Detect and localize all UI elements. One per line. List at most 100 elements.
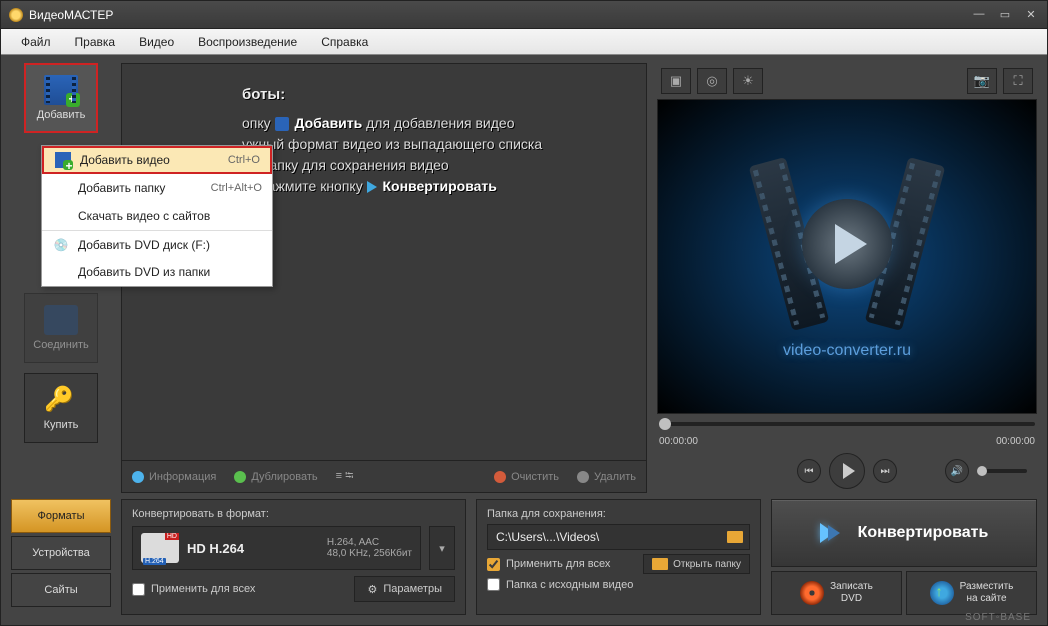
- play-button[interactable]: [829, 453, 865, 489]
- lower-row: Форматы Устройства Сайты Конвертировать …: [1, 493, 1047, 625]
- format-box: Конвертировать в формат: HD H.264 H.264,…: [121, 499, 466, 615]
- menu-help[interactable]: Справка: [309, 29, 380, 55]
- watermark: SOFT◦BASE: [965, 612, 1031, 623]
- format-row: HD H.264 H.264, AAC 48,0 KHz, 256Кбит ▾: [132, 526, 455, 570]
- menu-playback[interactable]: Воспроизведение: [186, 29, 309, 55]
- tab-formats[interactable]: Форматы: [11, 499, 111, 533]
- format-dropdown-button[interactable]: ▾: [429, 526, 455, 570]
- minimize-button[interactable]: —: [971, 8, 987, 21]
- save-apply-all-checkbox[interactable]: [487, 558, 500, 571]
- volume-controls: 🔊: [945, 459, 1027, 483]
- format-apply-all-label: Применить для всех: [151, 583, 255, 595]
- prev-button[interactable]: ⏮: [797, 459, 821, 483]
- join-button[interactable]: Соединить: [24, 293, 98, 363]
- join-label: Соединить: [33, 339, 89, 351]
- category-tabs: Форматы Устройства Сайты: [11, 499, 111, 615]
- menu-add-dvd-folder[interactable]: Добавить DVD из папки: [42, 258, 272, 286]
- reorder-controls[interactable]: ≡ ⭾: [336, 467, 354, 486]
- save-path-row: [487, 524, 750, 550]
- seek-row: [659, 422, 1035, 426]
- clear-button[interactable]: Очистить: [494, 471, 559, 483]
- menu-video[interactable]: Видео: [127, 29, 186, 55]
- open-folder-button[interactable]: Открыть папку: [643, 554, 750, 574]
- upload-button[interactable]: Разместитьна сайте: [906, 571, 1037, 615]
- folder-icon: [652, 558, 668, 570]
- convert-icon: [820, 519, 848, 547]
- add-video-icon: [54, 151, 72, 169]
- volume-slider[interactable]: [977, 469, 1027, 473]
- format-label: Конвертировать в формат:: [132, 508, 455, 520]
- menu-download-sites[interactable]: Скачать видео с сайтов: [42, 202, 272, 230]
- play-inline-icon: [367, 181, 377, 193]
- effects-button[interactable]: ◎: [697, 68, 727, 94]
- preview-site-label: video-converter.ru: [783, 342, 911, 360]
- shortcut: Ctrl+Alt+O: [211, 182, 262, 194]
- save-path-input[interactable]: [488, 530, 721, 544]
- delete-icon: [577, 471, 589, 483]
- dvd-icon: 💿: [52, 236, 70, 254]
- time-current: 00:00:00: [659, 436, 698, 447]
- instr-line4: 4. Нажмите кнопку Конвертировать: [242, 176, 621, 197]
- fullscreen-button[interactable]: ⛶: [1003, 68, 1033, 94]
- crop-button[interactable]: ▣: [661, 68, 691, 94]
- enhance-button[interactable]: ☀: [733, 68, 763, 94]
- maximize-button[interactable]: ▭: [997, 8, 1013, 21]
- menu-add-folder[interactable]: Добавить папку Ctrl+Alt+O: [42, 174, 272, 202]
- sub-actions: ЗаписатьDVD Разместитьна сайте: [771, 571, 1037, 615]
- format-selector[interactable]: HD H.264 H.264, AAC 48,0 KHz, 256Кбит: [132, 526, 421, 570]
- save-apply-row: Применить для всех Открыть папку: [487, 554, 750, 574]
- save-box: Папка для сохранения: Применить для всех…: [476, 499, 761, 615]
- browse-folder-button[interactable]: [721, 525, 749, 549]
- gear-icon: ⚙: [367, 583, 377, 596]
- action-box: Конвертировать ЗаписатьDVD Разместитьна …: [771, 499, 1037, 615]
- time-row: 00:00:00 00:00:00: [659, 436, 1035, 447]
- delete-button[interactable]: Удалить: [577, 471, 636, 483]
- globe-icon: [930, 581, 954, 605]
- add-dropdown-menu: Добавить видео Ctrl+O Добавить папку Ctr…: [41, 145, 273, 287]
- format-name: HD H.264: [187, 541, 244, 556]
- preview-toolbar: ▣ ◎ ☀ 📷 ⛶: [657, 63, 1037, 99]
- add-inline-icon: [275, 117, 289, 131]
- window-controls: — ▭ ✕: [971, 8, 1039, 21]
- video-preview[interactable]: video-converter.ru: [657, 99, 1037, 414]
- next-button[interactable]: ⏭: [873, 459, 897, 483]
- burn-dvd-button[interactable]: ЗаписатьDVD: [771, 571, 902, 615]
- instr-heading: боты:: [242, 84, 621, 107]
- seek-slider[interactable]: [659, 422, 1035, 426]
- menu-add-dvd-disc[interactable]: 💿 Добавить DVD диск (F:): [42, 230, 272, 258]
- buy-label: Купить: [44, 419, 79, 431]
- format-apply-row: Применить для всех ⚙ Параметры: [132, 576, 455, 602]
- join-icon: [44, 305, 78, 335]
- disc-icon: [800, 581, 824, 605]
- format-params: 48,0 KHz, 256Кбит: [327, 548, 412, 559]
- menu-add-video[interactable]: Добавить видео Ctrl+O: [42, 146, 272, 174]
- tab-sites[interactable]: Сайты: [11, 573, 111, 607]
- format-options-button[interactable]: ⚙ Параметры: [354, 576, 455, 602]
- info-button[interactable]: Информация: [132, 471, 216, 483]
- add-button[interactable]: Добавить: [24, 63, 98, 133]
- duplicate-button[interactable]: Дублировать: [234, 471, 317, 483]
- save-label: Папка для сохранения:: [487, 508, 750, 520]
- convert-button[interactable]: Конвертировать: [771, 499, 1037, 567]
- preview-panel: ▣ ◎ ☀ 📷 ⛶ video-converter.ru 00:00:00: [657, 63, 1037, 493]
- instr-line3: папку для сохранения видео: [242, 155, 621, 176]
- format-apply-all-checkbox[interactable]: [132, 583, 145, 596]
- save-apply-all-label: Применить для всех: [506, 558, 610, 570]
- list-toolbar: Информация Дублировать ≡ ⭾ Очистить Удал…: [122, 460, 646, 492]
- menu-edit[interactable]: Правка: [63, 29, 128, 55]
- snapshot-button[interactable]: 📷: [967, 68, 997, 94]
- format-icon: [141, 533, 179, 563]
- mute-button[interactable]: 🔊: [945, 459, 969, 483]
- close-button[interactable]: ✕: [1023, 8, 1039, 21]
- tab-devices[interactable]: Устройства: [11, 536, 111, 570]
- source-folder-checkbox[interactable]: [487, 578, 500, 591]
- app-window: ВидеоМАСТЕР — ▭ ✕ Файл Правка Видео Восп…: [0, 0, 1048, 626]
- buy-button[interactable]: Купить: [24, 373, 98, 443]
- format-codec: H.264, AAC: [327, 537, 412, 548]
- titlebar: ВидеоМАСТЕР — ▭ ✕: [1, 1, 1047, 29]
- duplicate-icon: [234, 471, 246, 483]
- menu-file[interactable]: Файл: [9, 29, 63, 55]
- info-icon: [132, 471, 144, 483]
- save-source-row: Папка с исходным видео: [487, 578, 750, 591]
- add-video-icon: [44, 75, 78, 105]
